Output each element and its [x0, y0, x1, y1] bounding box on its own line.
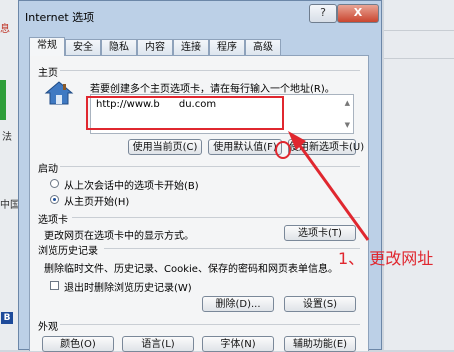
annotation-arrow-icon: [288, 131, 370, 241]
tab-general[interactable]: 常规: [29, 37, 65, 56]
annotation-text: 1、 更改网址: [338, 249, 434, 268]
